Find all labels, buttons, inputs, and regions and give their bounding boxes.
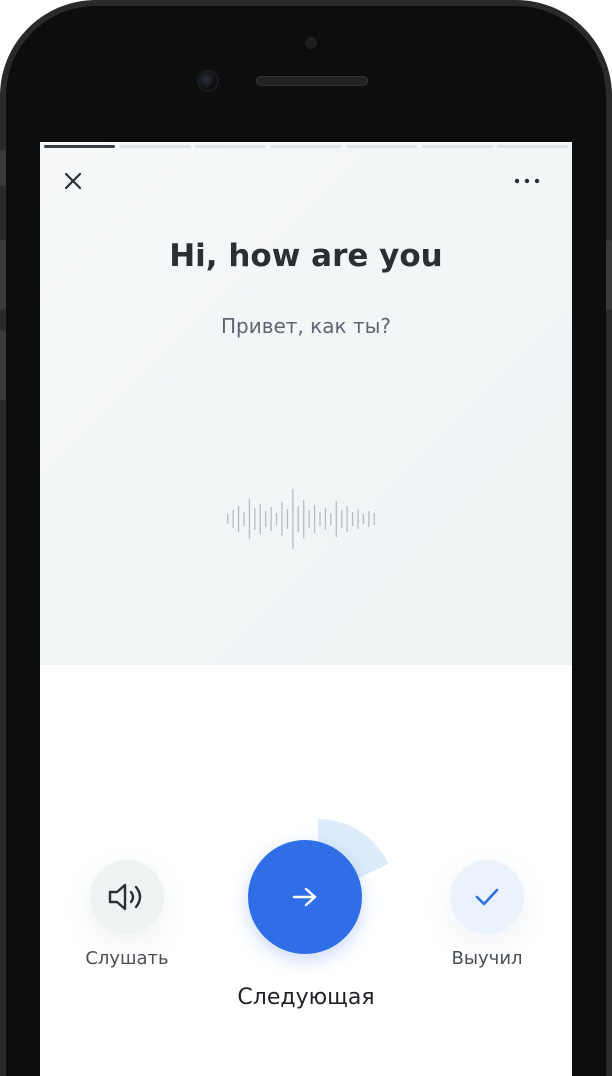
checkmark-icon (475, 888, 499, 906)
audio-waveform (227, 489, 375, 549)
progress-segment (194, 145, 267, 148)
progress-segment (421, 145, 493, 148)
learned-label: Выучил (451, 948, 523, 969)
next-button[interactable] (248, 840, 362, 954)
progress-segment (44, 145, 116, 148)
flashcard: Hi, how are you Привет, как ты? (40, 142, 572, 665)
front-camera (197, 70, 219, 92)
listen-button[interactable] (90, 860, 164, 934)
action-bar: Слушать Следующая Выучил (40, 665, 572, 1076)
close-button[interactable] (60, 168, 86, 194)
mute-switch (0, 150, 6, 186)
arrow-right-icon (292, 887, 317, 907)
next-label: Следующая (237, 985, 375, 1010)
earpiece-speaker (256, 76, 368, 86)
power-button (606, 240, 612, 310)
progress-segment (496, 145, 568, 148)
close-icon (64, 172, 82, 190)
progress-segment (119, 145, 191, 148)
more-options-button[interactable] (512, 168, 542, 194)
listen-label: Слушать (85, 948, 169, 969)
progress-indicator (44, 145, 568, 148)
proximity-sensor (305, 37, 317, 49)
translation-text: Привет, как ты? (220, 314, 392, 338)
progress-segment (270, 145, 342, 148)
volume-down-button (0, 330, 6, 400)
speaker-icon (108, 883, 142, 911)
volume-up-button (0, 240, 6, 310)
app-screen: Hi, how are you Привет, как ты? Слушать … (40, 142, 572, 1076)
progress-segment (345, 145, 418, 148)
phrase-text: Hi, how are you (169, 238, 443, 274)
learned-button[interactable] (450, 860, 524, 934)
more-horizontal-icon (514, 178, 540, 184)
